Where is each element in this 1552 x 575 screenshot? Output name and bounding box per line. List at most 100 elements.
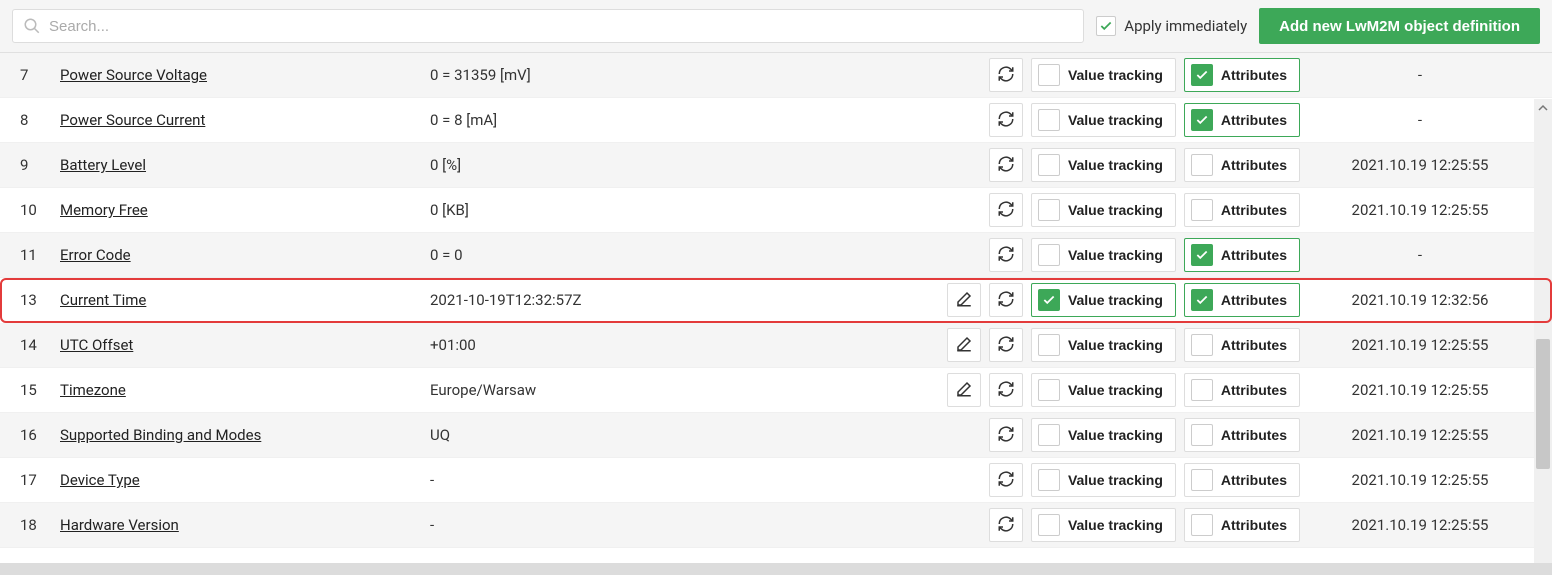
table-row: 9 Battery Level 0 [%] Value tracking Att…	[0, 143, 1552, 188]
scrollbar-thumb[interactable]	[1536, 339, 1550, 469]
attributes-checkbox	[1191, 244, 1213, 266]
value-tracking-checkbox	[1038, 244, 1060, 266]
attributes-toggle[interactable]: Attributes	[1184, 58, 1300, 92]
refresh-icon	[997, 425, 1015, 446]
value-tracking-checkbox	[1038, 199, 1060, 221]
attributes-checkbox	[1191, 154, 1213, 176]
search-box[interactable]	[12, 9, 1084, 43]
value-tracking-toggle[interactable]: Value tracking	[1031, 148, 1176, 182]
value-tracking-toggle[interactable]: Value tracking	[1031, 373, 1176, 407]
value-tracking-label: Value tracking	[1068, 67, 1163, 83]
refresh-icon	[997, 110, 1015, 131]
refresh-button[interactable]	[989, 373, 1023, 407]
resource-name-link[interactable]: Battery Level	[60, 156, 146, 174]
value-tracking-label: Value tracking	[1068, 472, 1163, 488]
resource-name-link[interactable]: Supported Binding and Modes	[60, 426, 261, 444]
table-row: 18 Hardware Version - Value tracking Att…	[0, 503, 1552, 548]
attributes-toggle[interactable]: Attributes	[1184, 238, 1300, 272]
resource-name-link[interactable]: Power Source Voltage	[60, 66, 207, 84]
edit-button[interactable]	[947, 373, 981, 407]
resource-name-link[interactable]: Error Code	[60, 246, 131, 264]
resource-value: 0 [KB]	[430, 201, 940, 219]
value-tracking-label: Value tracking	[1068, 247, 1163, 263]
attributes-checkbox	[1191, 379, 1213, 401]
apply-immediately-toggle[interactable]: Apply immediately	[1096, 16, 1247, 36]
value-tracking-checkbox	[1038, 154, 1060, 176]
refresh-button[interactable]	[989, 328, 1023, 362]
refresh-button[interactable]	[989, 508, 1023, 542]
attributes-toggle[interactable]: Attributes	[1184, 103, 1300, 137]
value-tracking-checkbox	[1038, 289, 1060, 311]
resource-name-link[interactable]: UTC Offset	[60, 336, 133, 354]
attributes-label: Attributes	[1221, 382, 1287, 398]
attributes-toggle[interactable]: Attributes	[1184, 193, 1300, 227]
resource-id: 15	[20, 381, 60, 399]
value-tracking-toggle[interactable]: Value tracking	[1031, 238, 1176, 272]
attributes-toggle[interactable]: Attributes	[1184, 418, 1300, 452]
value-tracking-toggle[interactable]: Value tracking	[1031, 463, 1176, 497]
refresh-button[interactable]	[989, 148, 1023, 182]
scroll-up-icon[interactable]	[1534, 99, 1552, 117]
search-input[interactable]	[41, 12, 1073, 41]
refresh-button[interactable]	[989, 418, 1023, 452]
resource-name-link[interactable]: Power Source Current	[60, 111, 205, 129]
attributes-toggle[interactable]: Attributes	[1184, 373, 1300, 407]
value-tracking-toggle[interactable]: Value tracking	[1031, 103, 1176, 137]
attributes-toggle[interactable]: Attributes	[1184, 508, 1300, 542]
search-icon	[23, 17, 41, 35]
vertical-scrollbar[interactable]	[1534, 99, 1552, 563]
table-row: 16 Supported Binding and Modes UQ Value …	[0, 413, 1552, 458]
refresh-button[interactable]	[989, 103, 1023, 137]
table-row: 10 Memory Free 0 [KB] Value tracking Att…	[0, 188, 1552, 233]
refresh-button[interactable]	[989, 283, 1023, 317]
resource-id: 7	[20, 66, 60, 84]
resource-name-link[interactable]: Device Type	[60, 471, 140, 489]
apply-immediately-checkbox[interactable]	[1096, 16, 1116, 36]
refresh-button[interactable]	[989, 58, 1023, 92]
edit-button[interactable]	[947, 328, 981, 362]
value-tracking-checkbox	[1038, 109, 1060, 131]
resource-value: Europe/Warsaw	[430, 381, 940, 399]
resource-name-link[interactable]: Timezone	[60, 381, 126, 399]
timestamp: 2021.10.19 12:25:55	[1300, 516, 1540, 534]
table-row: 7 Power Source Voltage 0 = 31359 [mV] Va…	[0, 53, 1552, 98]
value-tracking-toggle[interactable]: Value tracking	[1031, 193, 1176, 227]
add-object-definition-button[interactable]: Add new LwM2M object definition	[1259, 8, 1540, 44]
table-row: 8 Power Source Current 0 = 8 [mA] Value …	[0, 98, 1552, 143]
timestamp: -	[1300, 246, 1540, 264]
value-tracking-label: Value tracking	[1068, 202, 1163, 218]
resource-name-link[interactable]: Current Time	[60, 291, 146, 309]
edit-button[interactable]	[947, 283, 981, 317]
refresh-button[interactable]	[989, 193, 1023, 227]
attributes-toggle[interactable]: Attributes	[1184, 148, 1300, 182]
timestamp: 2021.10.19 12:25:55	[1300, 156, 1540, 174]
resource-value: 0 = 8 [mA]	[430, 111, 940, 129]
attributes-checkbox	[1191, 289, 1213, 311]
refresh-button[interactable]	[989, 238, 1023, 272]
resource-name-link[interactable]: Memory Free	[60, 201, 148, 219]
value-tracking-toggle[interactable]: Value tracking	[1031, 418, 1176, 452]
resource-value: UQ	[430, 426, 940, 444]
value-tracking-checkbox	[1038, 64, 1060, 86]
attributes-toggle[interactable]: Attributes	[1184, 283, 1300, 317]
attributes-toggle[interactable]: Attributes	[1184, 463, 1300, 497]
value-tracking-toggle[interactable]: Value tracking	[1031, 58, 1176, 92]
resource-value: -	[430, 471, 940, 489]
value-tracking-toggle[interactable]: Value tracking	[1031, 508, 1176, 542]
resource-id: 18	[20, 516, 60, 534]
horizontal-scrollbar[interactable]	[0, 563, 1552, 575]
timestamp: 2021.10.19 12:32:56	[1300, 291, 1540, 309]
timestamp: 2021.10.19 12:25:55	[1300, 381, 1540, 399]
resource-value: 0 = 0	[430, 246, 940, 264]
refresh-icon	[997, 65, 1015, 86]
timestamp: 2021.10.19 12:25:55	[1300, 471, 1540, 489]
resource-value: -	[430, 516, 940, 534]
value-tracking-toggle[interactable]: Value tracking	[1031, 328, 1176, 362]
attributes-toggle[interactable]: Attributes	[1184, 328, 1300, 362]
attributes-label: Attributes	[1221, 202, 1287, 218]
value-tracking-toggle[interactable]: Value tracking	[1031, 283, 1176, 317]
resource-name-link[interactable]: Hardware Version	[60, 516, 179, 534]
refresh-button[interactable]	[989, 463, 1023, 497]
toolbar: Apply immediately Add new LwM2M object d…	[0, 0, 1552, 53]
timestamp: -	[1300, 111, 1540, 129]
